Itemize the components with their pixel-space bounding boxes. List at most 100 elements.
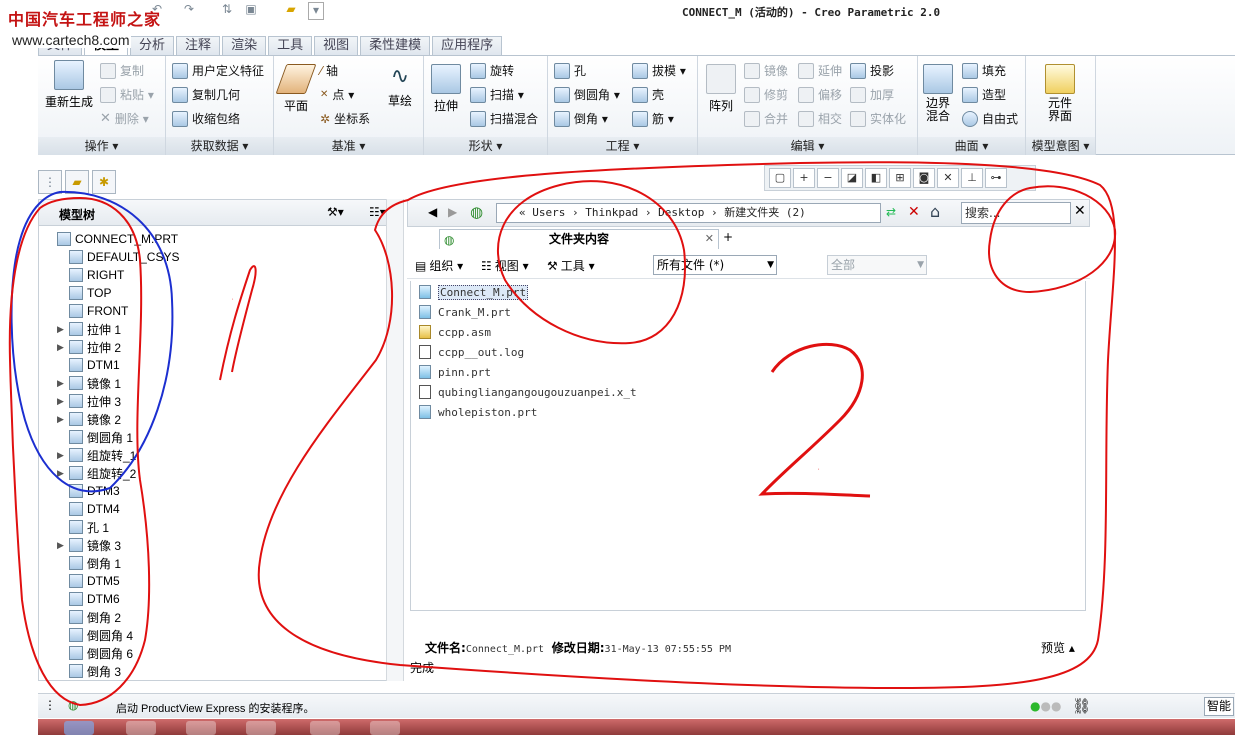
- expand-arrow-icon[interactable]: ▶: [57, 450, 69, 461]
- version-filter[interactable]: 全部 ▼: [827, 255, 927, 275]
- delete-button[interactable]: ✕ 删除 ▾: [100, 110, 149, 127]
- find-icon[interactable]: ⛓: [1072, 697, 1091, 715]
- component-interface-button[interactable]: 元件界面: [1032, 64, 1088, 123]
- sketch-button[interactable]: ∿ 草绘: [382, 64, 418, 109]
- sweep-button[interactable]: 扫描 ▾: [470, 86, 524, 103]
- preview-toggle[interactable]: 预览 ▴: [1041, 639, 1075, 656]
- tree-toggle-icon[interactable]: ⋮: [44, 698, 56, 712]
- tree-item[interactable]: TOP: [57, 284, 111, 302]
- view-manager-icon[interactable]: ◙: [913, 168, 935, 188]
- tree-item[interactable]: DTM3: [57, 482, 120, 500]
- taskbar-browser-icon[interactable]: [246, 721, 276, 735]
- file-item[interactable]: ccpp.asm: [419, 323, 491, 341]
- project-button[interactable]: 投影: [850, 62, 894, 79]
- group-label-editing[interactable]: 编辑 ▾: [698, 137, 917, 155]
- tree-item[interactable]: ▶ 拉伸 3: [57, 392, 121, 410]
- revolve-button[interactable]: 旋转: [470, 62, 514, 79]
- tools-menu[interactable]: ⚒ 工具 ▾: [547, 257, 595, 274]
- mirror-button[interactable]: 镜像: [744, 62, 788, 79]
- start-button-icon[interactable]: [64, 721, 94, 735]
- annotation-display-icon[interactable]: ⊥: [961, 168, 983, 188]
- style-button[interactable]: 造型: [962, 86, 1006, 103]
- tree-item[interactable]: 倒角 2: [57, 608, 121, 626]
- tab-analysis[interactable]: 分析: [130, 36, 175, 55]
- file-item[interactable]: Crank_M.prt: [419, 303, 511, 321]
- tree-item[interactable]: ▶ 组旋转_1: [57, 446, 136, 464]
- search-input[interactable]: 搜索...: [961, 202, 1071, 224]
- tree-item[interactable]: ▶ 镜像 1: [57, 374, 121, 392]
- tree-item[interactable]: DTM6: [57, 590, 120, 608]
- boundary-blend-button[interactable]: 边界混合: [920, 64, 956, 123]
- path-field[interactable]: « Users › Thinkpad › Desktop › 新建文件夹 (2): [496, 203, 881, 223]
- regenerate-button[interactable]: 重新生成: [42, 60, 96, 110]
- group-label-shapes[interactable]: 形状 ▾: [424, 137, 547, 155]
- extrude-button[interactable]: 拉伸: [428, 64, 464, 114]
- group-label-engineering[interactable]: 工程 ▾: [548, 137, 697, 155]
- regenerate-icon[interactable]: ⇅: [218, 2, 236, 18]
- thicken-button[interactable]: 加厚: [850, 86, 894, 103]
- axis-button[interactable]: ⁄ 轴: [320, 62, 338, 79]
- pattern-button[interactable]: 阵列: [702, 64, 740, 114]
- refit-icon[interactable]: ▢: [769, 168, 791, 188]
- zoom-out-icon[interactable]: −: [817, 168, 839, 188]
- tree-item[interactable]: DEFAULT_CSYS: [57, 248, 179, 266]
- plane-button[interactable]: 平面: [275, 64, 317, 114]
- panel-splitter[interactable]: [386, 199, 404, 681]
- expand-arrow-icon[interactable]: ▶: [57, 540, 69, 551]
- tree-settings-icon[interactable]: ⚒▾: [327, 205, 344, 219]
- expand-arrow-icon[interactable]: ▶: [57, 414, 69, 425]
- tree-item[interactable]: 孔 1: [57, 518, 109, 536]
- group-label-get-data[interactable]: 获取数据 ▾: [166, 137, 273, 155]
- tab-render[interactable]: 渲染: [222, 36, 267, 55]
- favorites-tab-icon[interactable]: ✱: [92, 170, 116, 194]
- home-icon[interactable]: ⌂: [930, 202, 940, 221]
- tree-item[interactable]: ▶ 镜像 3: [57, 536, 121, 554]
- tree-item[interactable]: DTM4: [57, 500, 120, 518]
- selection-filter[interactable]: 智能: [1204, 697, 1234, 716]
- hole-button[interactable]: 孔: [554, 62, 586, 79]
- tab-flexible-modeling[interactable]: 柔性建模: [360, 36, 431, 55]
- merge-button[interactable]: 合并: [744, 110, 788, 127]
- shell-button[interactable]: 壳: [632, 86, 664, 103]
- back-icon[interactable]: ◀: [428, 205, 437, 219]
- browser-toggle-icon[interactable]: ◍: [68, 698, 78, 712]
- taskbar-app3-icon[interactable]: [370, 721, 400, 735]
- expand-arrow-icon[interactable]: ▶: [57, 342, 69, 353]
- freestyle-button[interactable]: 自由式: [962, 110, 1018, 127]
- organize-menu[interactable]: ▤ 组织 ▾: [415, 257, 463, 274]
- expand-arrow-icon[interactable]: ▶: [57, 468, 69, 479]
- round-button[interactable]: 倒圆角 ▾: [554, 86, 620, 103]
- tab-annotate[interactable]: 注释: [176, 36, 221, 55]
- trim-button[interactable]: 修剪: [744, 86, 788, 103]
- redo-icon[interactable]: ↷: [180, 2, 198, 18]
- tab-folder-contents[interactable]: ◍ 文件夹内容 ✕: [439, 229, 719, 249]
- file-item[interactable]: qubingliangangougouzuanpei.x_t: [419, 383, 637, 401]
- group-label-datum[interactable]: 基准 ▾: [274, 137, 423, 155]
- draft-button[interactable]: 拔模 ▾: [632, 62, 686, 79]
- taskbar-app2-icon[interactable]: [310, 721, 340, 735]
- group-label-operations[interactable]: 操作 ▾: [38, 137, 165, 155]
- tree-item[interactable]: 倒圆角 1: [57, 428, 133, 446]
- file-item[interactable]: wholepiston.prt: [419, 403, 537, 421]
- file-type-filter[interactable]: 所有文件 (*) ▼: [653, 255, 777, 275]
- expand-arrow-icon[interactable]: ▶: [57, 324, 69, 335]
- refresh-icon[interactable]: ◍: [470, 203, 483, 221]
- extend-button[interactable]: 延伸: [798, 62, 842, 79]
- fill-button[interactable]: 填充: [962, 62, 1006, 79]
- tree-item[interactable]: DTM1: [57, 356, 120, 374]
- file-item[interactable]: pinn.prt: [419, 363, 491, 381]
- saved-views-icon[interactable]: ⊞: [889, 168, 911, 188]
- group-label-surfaces[interactable]: 曲面 ▾: [918, 137, 1025, 155]
- file-item[interactable]: ccpp__out.log: [419, 343, 524, 361]
- stop-icon[interactable]: ✕: [908, 204, 920, 220]
- tab-tools[interactable]: 工具: [268, 36, 313, 55]
- udf-button[interactable]: 用户定义特征: [172, 62, 264, 79]
- paste-button[interactable]: 粘贴 ▾: [100, 86, 154, 103]
- tree-item[interactable]: ▶ 组旋转_2: [57, 464, 136, 482]
- expand-arrow-icon[interactable]: ▶: [57, 378, 69, 389]
- taskbar-app-icon[interactable]: [186, 721, 216, 735]
- solidify-button[interactable]: 实体化: [850, 110, 906, 127]
- tab-applications[interactable]: 应用程序: [432, 36, 503, 55]
- model-tree-tab-icon[interactable]: ⋮: [38, 170, 62, 194]
- display-style-icon[interactable]: ◧: [865, 168, 887, 188]
